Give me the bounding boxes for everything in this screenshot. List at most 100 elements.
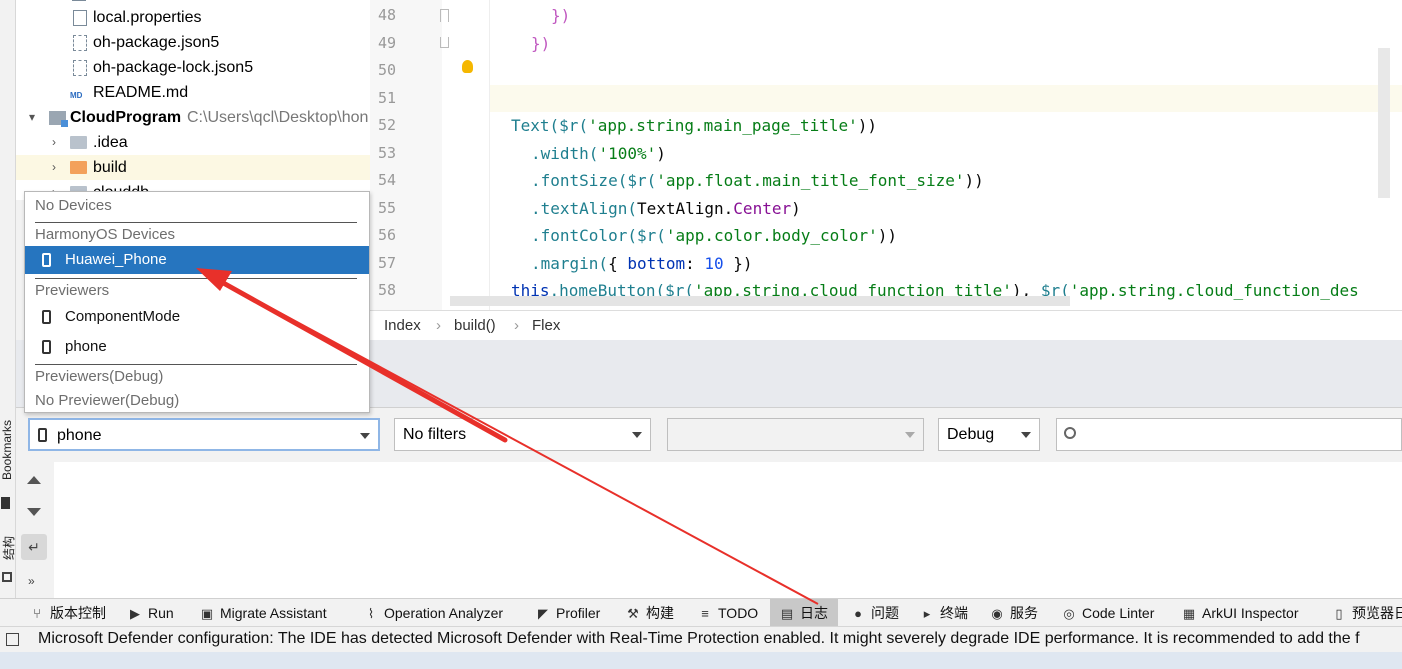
tab-code-linter[interactable]: ◎ Code Linter xyxy=(1062,599,1154,627)
phone-icon xyxy=(42,253,51,267)
tree-item-path: C:\Users\qcl\Desktop\hon xyxy=(187,109,369,126)
harmonyos-devices-header: HarmonyOS Devices xyxy=(35,226,176,243)
code-token: Center xyxy=(733,199,792,218)
tab-label: 服务 xyxy=(1010,605,1038,621)
properties-file-icon xyxy=(73,10,87,26)
code-editor[interactable]: 48 49 50 51 52 53 54 55 56 57 58 }) }) T… xyxy=(370,0,1402,310)
project-tree: local.properties oh-package.json5 oh-pac… xyxy=(16,0,370,200)
chevron-down-icon[interactable]: ▾ xyxy=(26,105,38,130)
tab-log[interactable]: ▤ 日志 xyxy=(770,599,838,627)
status-message[interactable]: Microsoft Defender configuration: The ID… xyxy=(38,630,1360,648)
line-number: 54 xyxy=(377,171,396,189)
tab-migrate-assistant[interactable]: ▣ Migrate Assistant xyxy=(200,599,327,627)
editor-horizontal-scrollbar[interactable] xyxy=(450,296,1070,306)
chevron-right-icon[interactable]: › xyxy=(48,155,60,180)
tab-previewer-log[interactable]: ▯ 预览器日 xyxy=(1332,599,1402,627)
breadcrumb-item[interactable]: Index xyxy=(384,317,421,334)
code-token: Text( xyxy=(511,116,560,135)
code-token: 'app.float.main_title_font_size' xyxy=(656,171,965,190)
tree-item-label: CloudProgram xyxy=(70,109,182,126)
module-icon xyxy=(49,111,68,127)
tree-item-local-properties[interactable]: local.properties xyxy=(16,5,370,30)
tab-terminal[interactable]: ▸ 终端 xyxy=(920,599,968,627)
tool-window-bar: ⑂ 版本控制 ▶ Run ▣ Migrate Assistant ⌇ Operation… xyxy=(0,598,1402,627)
tab-version-control[interactable]: ⑂ 版本控制 xyxy=(30,599,106,627)
tab-label: 预览器日 xyxy=(1352,605,1402,621)
tree-item-readme[interactable]: MD README.md xyxy=(16,80,370,105)
device-option-huawei-phone[interactable]: Huawei_Phone xyxy=(25,246,369,274)
tab-label: 版本控制 xyxy=(50,605,106,621)
analyzer-icon: ⌇ xyxy=(367,606,375,621)
fold-marker-icon[interactable] xyxy=(440,37,449,48)
breadcrumb: Index › build() › Flex xyxy=(370,310,1402,340)
bookmarks-tab[interactable]: Bookmarks xyxy=(0,412,16,488)
tree-item-idea[interactable]: › .idea xyxy=(16,130,370,155)
device-option-phone[interactable]: phone xyxy=(25,333,369,361)
more-icon[interactable]: » xyxy=(28,574,35,588)
tab-run[interactable]: ▶ Run xyxy=(128,599,174,627)
tab-build[interactable]: ⚒ 构建 xyxy=(626,599,674,627)
status-bar: Microsoft Defender configuration: The ID… xyxy=(0,626,1402,652)
log-search-input[interactable] xyxy=(1056,418,1402,451)
log-output[interactable] xyxy=(54,462,1402,598)
services-icon: ◉ xyxy=(991,606,1003,621)
filter-select[interactable]: No filters xyxy=(394,418,651,451)
tab-profiler[interactable]: ◤ Profiler xyxy=(536,599,600,627)
code-line: }) xyxy=(531,34,551,53)
log-level-select[interactable]: Debug xyxy=(938,418,1040,451)
fold-marker-icon[interactable] xyxy=(440,9,449,22)
code-token: $r( xyxy=(636,226,666,245)
scroll-down-icon[interactable] xyxy=(27,508,41,516)
tab-label: Migrate Assistant xyxy=(220,605,327,621)
log-side-toolbar: ↵ » xyxy=(16,462,54,598)
tree-item-build[interactable]: › build xyxy=(16,155,370,180)
soft-wrap-icon[interactable]: ↵ xyxy=(21,534,47,560)
tab-label: ArkUI Inspector xyxy=(1202,605,1299,621)
tree-item-label: build xyxy=(93,159,127,176)
scroll-up-icon[interactable] xyxy=(27,476,41,484)
device-select[interactable]: phone xyxy=(28,418,380,451)
chevron-right-icon[interactable]: › xyxy=(48,130,60,155)
tree-item-oh-package[interactable]: oh-package.json5 xyxy=(16,30,370,55)
toggle-tool-windows-icon[interactable] xyxy=(6,633,19,646)
code-token: 10 xyxy=(704,254,724,273)
chevron-down-icon xyxy=(1021,432,1031,438)
device-option-componentmode[interactable]: ComponentMode xyxy=(25,303,369,331)
line-number: 57 xyxy=(377,254,396,272)
device-option-label: ComponentMode xyxy=(65,308,181,325)
code-token: { xyxy=(608,254,628,273)
tab-operation-analyzer[interactable]: ⌇ Operation Analyzer xyxy=(364,599,503,627)
tree-item-label: README.md xyxy=(93,84,189,101)
chevron-down-icon xyxy=(360,433,370,439)
tree-item-label: oh-package-lock.json5 xyxy=(93,59,254,76)
breadcrumb-item[interactable]: build() xyxy=(454,317,496,334)
breadcrumb-item[interactable]: Flex xyxy=(532,317,560,334)
breadcrumb-separator: › xyxy=(514,317,519,334)
process-select[interactable] xyxy=(667,418,924,451)
tab-services[interactable]: ◉ 服务 xyxy=(990,599,1038,627)
tab-todo[interactable]: ≡ TODO xyxy=(698,599,758,627)
tab-label: TODO xyxy=(718,605,759,621)
left-tool-strip: Bookmarks 结构 xyxy=(0,0,16,598)
os-taskbar xyxy=(0,652,1402,669)
line-number: 56 xyxy=(377,226,396,244)
current-line-highlight xyxy=(370,85,1402,112)
phone-icon xyxy=(42,310,51,324)
line-number: 51 xyxy=(377,89,396,107)
tab-problems[interactable]: ● 问题 xyxy=(851,599,899,627)
code-line: .width('100%') xyxy=(531,144,666,163)
tree-item-cloudprogram[interactable]: ▾ CloudProgram C:\Users\qcl\Desktop\hon xyxy=(16,105,370,130)
hammer-icon: ⚒ xyxy=(627,606,639,621)
previewers-header: Previewers xyxy=(35,282,110,299)
tree-item-label: local.properties xyxy=(93,9,202,26)
tab-arkui-inspector[interactable]: ▦ ArkUI Inspector xyxy=(1182,599,1299,627)
code-token: TextAlign. xyxy=(636,199,734,218)
lightbulb-icon[interactable] xyxy=(462,60,473,73)
filter-select-value: No filters xyxy=(403,426,467,443)
editor-vertical-scrollbar[interactable] xyxy=(1378,48,1390,198)
code-token: $r( xyxy=(559,116,589,135)
tree-item-oh-package-lock[interactable]: oh-package-lock.json5 xyxy=(16,55,370,80)
code-token: bottom xyxy=(627,254,686,273)
tab-label: Run xyxy=(148,605,174,621)
code-token: .fontSize( xyxy=(531,171,628,190)
